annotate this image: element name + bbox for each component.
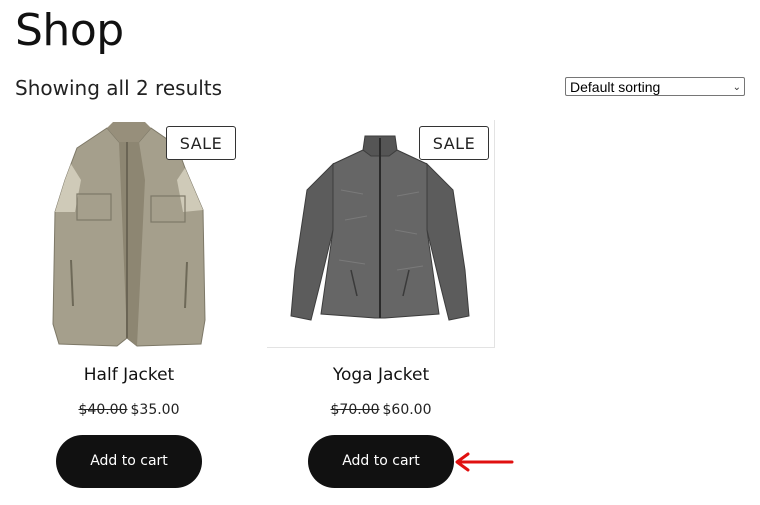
product-name[interactable]: Half Jacket (15, 363, 243, 387)
original-price: $70.00 (330, 402, 380, 418)
pointer-arrow-icon (455, 452, 514, 472)
product-name[interactable]: Yoga Jacket (267, 363, 495, 387)
chevron-down-icon: ⌄ (732, 82, 741, 93)
product-price: $70.00 $60.00 (267, 400, 495, 420)
product-image-half-jacket[interactable]: SALE (15, 120, 243, 348)
product-image-yoga-jacket[interactable]: SALE (267, 120, 495, 348)
add-to-cart-button[interactable]: Add to cart (308, 435, 454, 488)
add-to-cart-button[interactable]: Add to cart (56, 435, 202, 488)
page-title: Shop (15, 5, 124, 56)
result-count: Showing all 2 results (15, 76, 223, 100)
product-price: $40.00 $35.00 (15, 400, 243, 420)
sale-badge: SALE (166, 126, 236, 160)
sale-price: $60.00 (382, 402, 432, 418)
sale-price: $35.00 (130, 402, 180, 418)
sale-badge: SALE (419, 126, 489, 160)
sorting-select[interactable]: Default sorting ⌄ (565, 77, 745, 96)
sorting-selected-value: Default sorting (570, 79, 661, 95)
original-price: $40.00 (78, 402, 128, 418)
